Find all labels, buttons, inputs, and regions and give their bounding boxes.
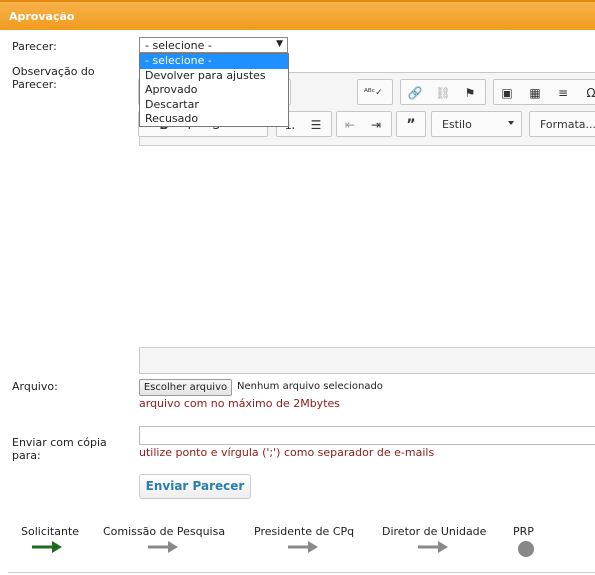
arrow-right-icon: [148, 541, 178, 553]
divider: [8, 572, 595, 573]
anchor-flag-icon[interactable]: ⚑: [461, 85, 479, 101]
toolbar-group-quote: ”: [396, 111, 426, 137]
arrow-right-icon: [288, 541, 318, 553]
link-icon[interactable]: 🔗: [406, 85, 424, 101]
send-opinion-button[interactable]: Enviar Parecer: [139, 474, 251, 499]
special-char-icon[interactable]: Ω: [582, 85, 595, 101]
toolbar-group-indent: ⇤ ⇥: [336, 111, 392, 137]
format-dropdown[interactable]: Formata...: [529, 111, 595, 137]
file-status: Nenhum arquivo selecionado: [237, 381, 383, 392]
parecer-options-list: - selecione - Devolver para ajustes Apro…: [139, 53, 289, 127]
option-descartar[interactable]: Descartar: [140, 98, 288, 113]
option-devolver[interactable]: Devolver para ajustes: [140, 69, 288, 84]
option-recusado[interactable]: Recusado: [140, 112, 288, 127]
caret-down-icon: [508, 121, 514, 125]
toolbar-group-links: 🔗 ⛓ ⚑: [400, 79, 486, 105]
option-aprovado[interactable]: Aprovado: [140, 83, 288, 98]
observacao-label: Observação do Parecer:: [12, 65, 95, 91]
image-icon[interactable]: ▣: [498, 85, 516, 101]
format-dropdown-label: Formata...: [540, 118, 595, 131]
parecer-selected-value: - selecione -: [145, 39, 212, 52]
arrow-right-icon: [32, 541, 62, 553]
toolbar-group-spell: ᴬᴮᶜ✓: [357, 79, 393, 105]
step-comissao: Comissão de Pesquisa: [103, 525, 226, 538]
current-stage-dot-icon: [518, 541, 534, 557]
chevron-down-icon: ▼: [276, 39, 283, 49]
indent-icon[interactable]: ⇥: [367, 117, 385, 133]
outdent-icon[interactable]: ⇤: [341, 117, 359, 133]
toolbar-group-insert: ▣ ▦ ≡ Ω: [493, 79, 595, 105]
parecer-select[interactable]: - selecione - ▼: [139, 37, 288, 53]
email-copy-input[interactable]: [139, 426, 595, 445]
step-solicitante: Solicitante: [21, 525, 80, 538]
unlink-icon[interactable]: ⛓: [434, 85, 452, 101]
copia-label: Enviar com cópia para:: [12, 436, 107, 462]
step-presidente: Presidente de CPq: [254, 525, 355, 538]
arrow-right-icon: [418, 541, 448, 553]
bulleted-list-icon[interactable]: ☰: [307, 117, 325, 133]
style-dropdown-label: Estilo: [442, 118, 472, 131]
section-title: Aprovação: [9, 10, 75, 23]
editor-content-area[interactable]: [139, 145, 595, 348]
step-diretor: Diretor de Unidade: [382, 525, 487, 538]
horizontal-line-icon[interactable]: ≡: [554, 85, 572, 101]
option-selecione[interactable]: - selecione -: [140, 54, 288, 69]
style-dropdown[interactable]: Estilo: [431, 111, 522, 137]
blockquote-icon[interactable]: ”: [402, 117, 420, 133]
parecer-label: Parecer:: [12, 40, 57, 53]
arquivo-label: Arquivo:: [12, 380, 58, 393]
file-size-hint: arquivo com no máximo de 2Mbytes: [139, 397, 341, 410]
table-icon[interactable]: ▦: [526, 85, 544, 101]
spellcheck-icon[interactable]: ᴬᴮᶜ✓: [364, 85, 383, 101]
email-separator-hint: utilize ponto e vírgula (';') como separ…: [139, 446, 435, 459]
step-prp: PRP: [513, 525, 534, 538]
section-header: Aprovação: [0, 0, 595, 30]
choose-file-button[interactable]: Escolher arquivo: [139, 379, 232, 396]
